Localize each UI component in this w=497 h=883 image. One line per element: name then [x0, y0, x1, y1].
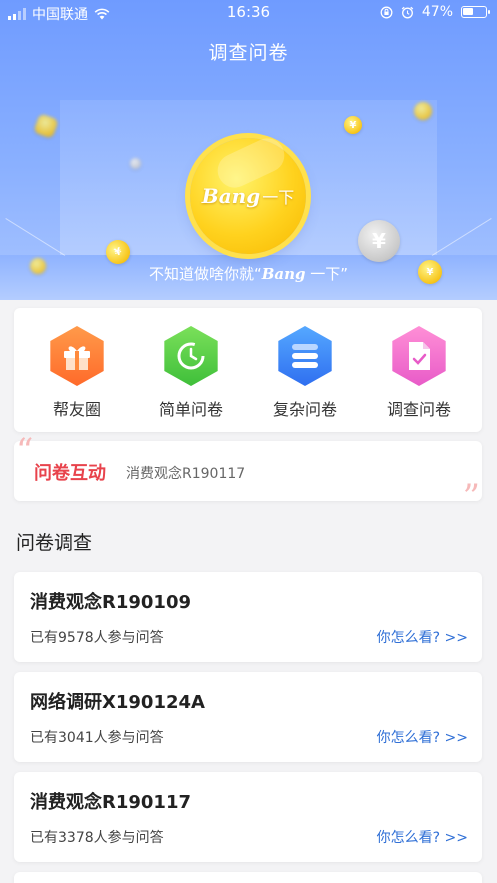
clock-icon: [164, 326, 218, 386]
battery-percent: 47%: [421, 4, 453, 20]
hero-banner: 中国联通 16:36 47% 调查问卷 ¥ ¥ ¥ ¥ Bang 一下 不知道做…: [0, 0, 497, 300]
bang-coin-button[interactable]: Bang 一下: [190, 132, 306, 254]
quote-close-icon: ”: [462, 477, 480, 517]
gift-icon: [50, 326, 104, 386]
survey-participants: 已有9578人参与问答: [30, 630, 164, 646]
survey-participants: 已有3041人参与问答: [30, 730, 164, 746]
interaction-subtitle: 消费观念R190117: [126, 466, 246, 482]
category-label: 调查问卷: [386, 400, 451, 419]
battery-icon: [461, 6, 490, 18]
category-label: 简单问卷: [158, 400, 223, 419]
decor-coin: ¥: [358, 220, 400, 262]
quote-open-icon: “: [16, 431, 34, 471]
survey-item-partial[interactable]: [14, 872, 482, 883]
hero-room-edge-left: [5, 217, 66, 256]
category-simple-survey[interactable]: 简单问卷: [141, 308, 241, 432]
category-help-circle[interactable]: 帮友圈: [27, 308, 127, 432]
category-label: 复杂问卷: [272, 400, 337, 419]
hero-caption: 不知道做啥你就“Bang 一下”: [148, 265, 349, 283]
category-complex-survey[interactable]: 复杂问卷: [255, 308, 355, 432]
survey-interaction-banner[interactable]: “ 问卷互动 消费观念R190117 ”: [14, 431, 482, 517]
survey-item[interactable]: 消费观念R190109 已有9578人参与问答 你怎么看? >>: [14, 572, 482, 662]
alarm-icon: [401, 6, 414, 18]
survey-open-link[interactable]: 你怎么看? >>: [377, 827, 468, 847]
status-right: 47%: [380, 4, 490, 20]
survey-open-link[interactable]: 你怎么看? >>: [377, 627, 468, 647]
survey-title: 消费观念R190109: [30, 592, 192, 613]
survey-item[interactable]: 消费观念R190117 已有3378人参与问答 你怎么看? >>: [14, 772, 482, 862]
document-check-icon: [392, 326, 446, 386]
survey-title: 网络调研X190124A: [30, 692, 205, 713]
section-title: 问卷调查: [16, 532, 93, 554]
interaction-title: 问卷互动: [34, 463, 106, 484]
survey-title: 消费观念R190117: [30, 792, 192, 813]
status-bar: 中国联通 16:36 47%: [0, 0, 497, 26]
survey-item[interactable]: 网络调研X190124A 已有3041人参与问答 你怎么看? >>: [14, 672, 482, 762]
survey-participants: 已有3378人参与问答: [30, 830, 164, 846]
coin-text: Bang 一下: [201, 184, 295, 208]
decor-coin: [130, 158, 141, 169]
rotation-lock-icon: [380, 6, 393, 18]
hero-room-edge-right: [431, 217, 492, 256]
category-questionnaire[interactable]: 调查问卷: [369, 308, 469, 432]
survey-open-link[interactable]: 你怎么看? >>: [377, 727, 468, 747]
page-title: 调查问卷: [208, 42, 289, 64]
decor-coin: [414, 102, 432, 120]
stack-icon: [278, 326, 332, 386]
category-label: 帮友圈: [52, 400, 101, 419]
decor-coin: [33, 113, 59, 139]
decor-coin: ¥: [344, 116, 362, 134]
category-card: 帮友圈 简单问卷 复杂问卷 调查问卷: [14, 308, 482, 432]
